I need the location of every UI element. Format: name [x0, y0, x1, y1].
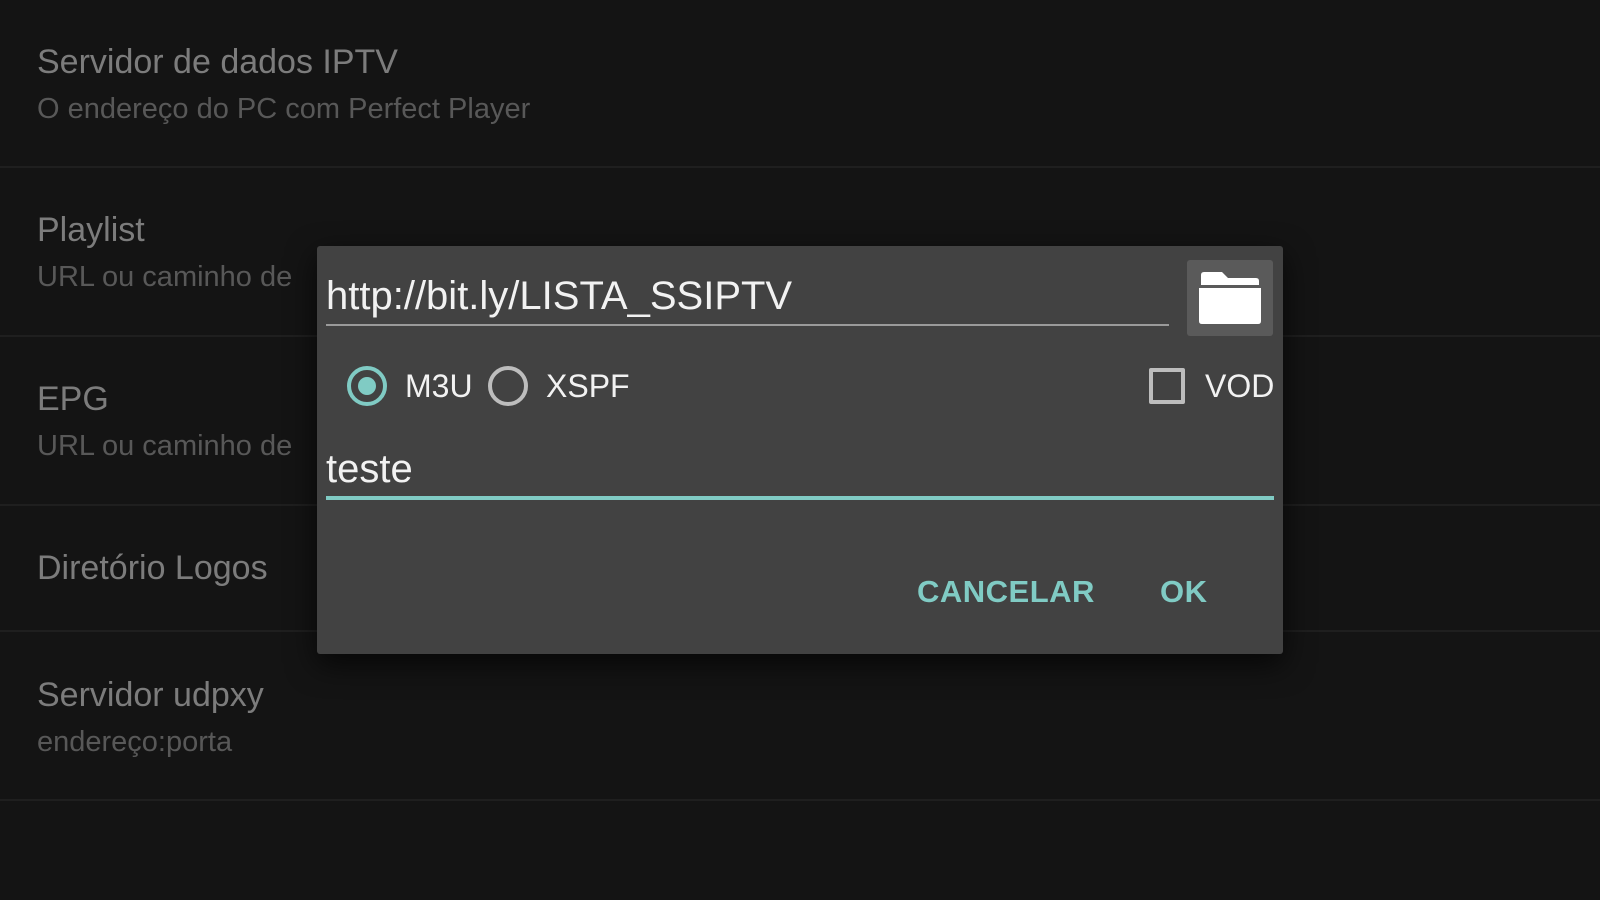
vod-checkbox[interactable]: VOD	[1149, 363, 1274, 409]
playlist-dialog: M3U XSPF VOD CANCELAR OK	[317, 246, 1283, 654]
checkbox-unchecked-icon	[1149, 368, 1185, 404]
playlist-name-input[interactable]	[326, 442, 1274, 500]
radio-m3u[interactable]: M3U	[347, 363, 473, 409]
radio-dot	[358, 377, 376, 395]
browse-folder-button[interactable]	[1187, 260, 1273, 336]
radio-checked-icon	[347, 366, 387, 406]
ok-button[interactable]: OK	[1160, 568, 1208, 616]
radio-m3u-label: M3U	[405, 367, 473, 404]
playlist-url-input[interactable]	[326, 268, 1169, 326]
radio-unchecked-icon	[488, 366, 528, 406]
vod-checkbox-label: VOD	[1205, 367, 1275, 404]
radio-xspf-label: XSPF	[546, 367, 630, 404]
folder-icon	[1199, 272, 1261, 324]
radio-xspf[interactable]: XSPF	[488, 363, 630, 409]
cancel-button[interactable]: CANCELAR	[917, 568, 1095, 616]
